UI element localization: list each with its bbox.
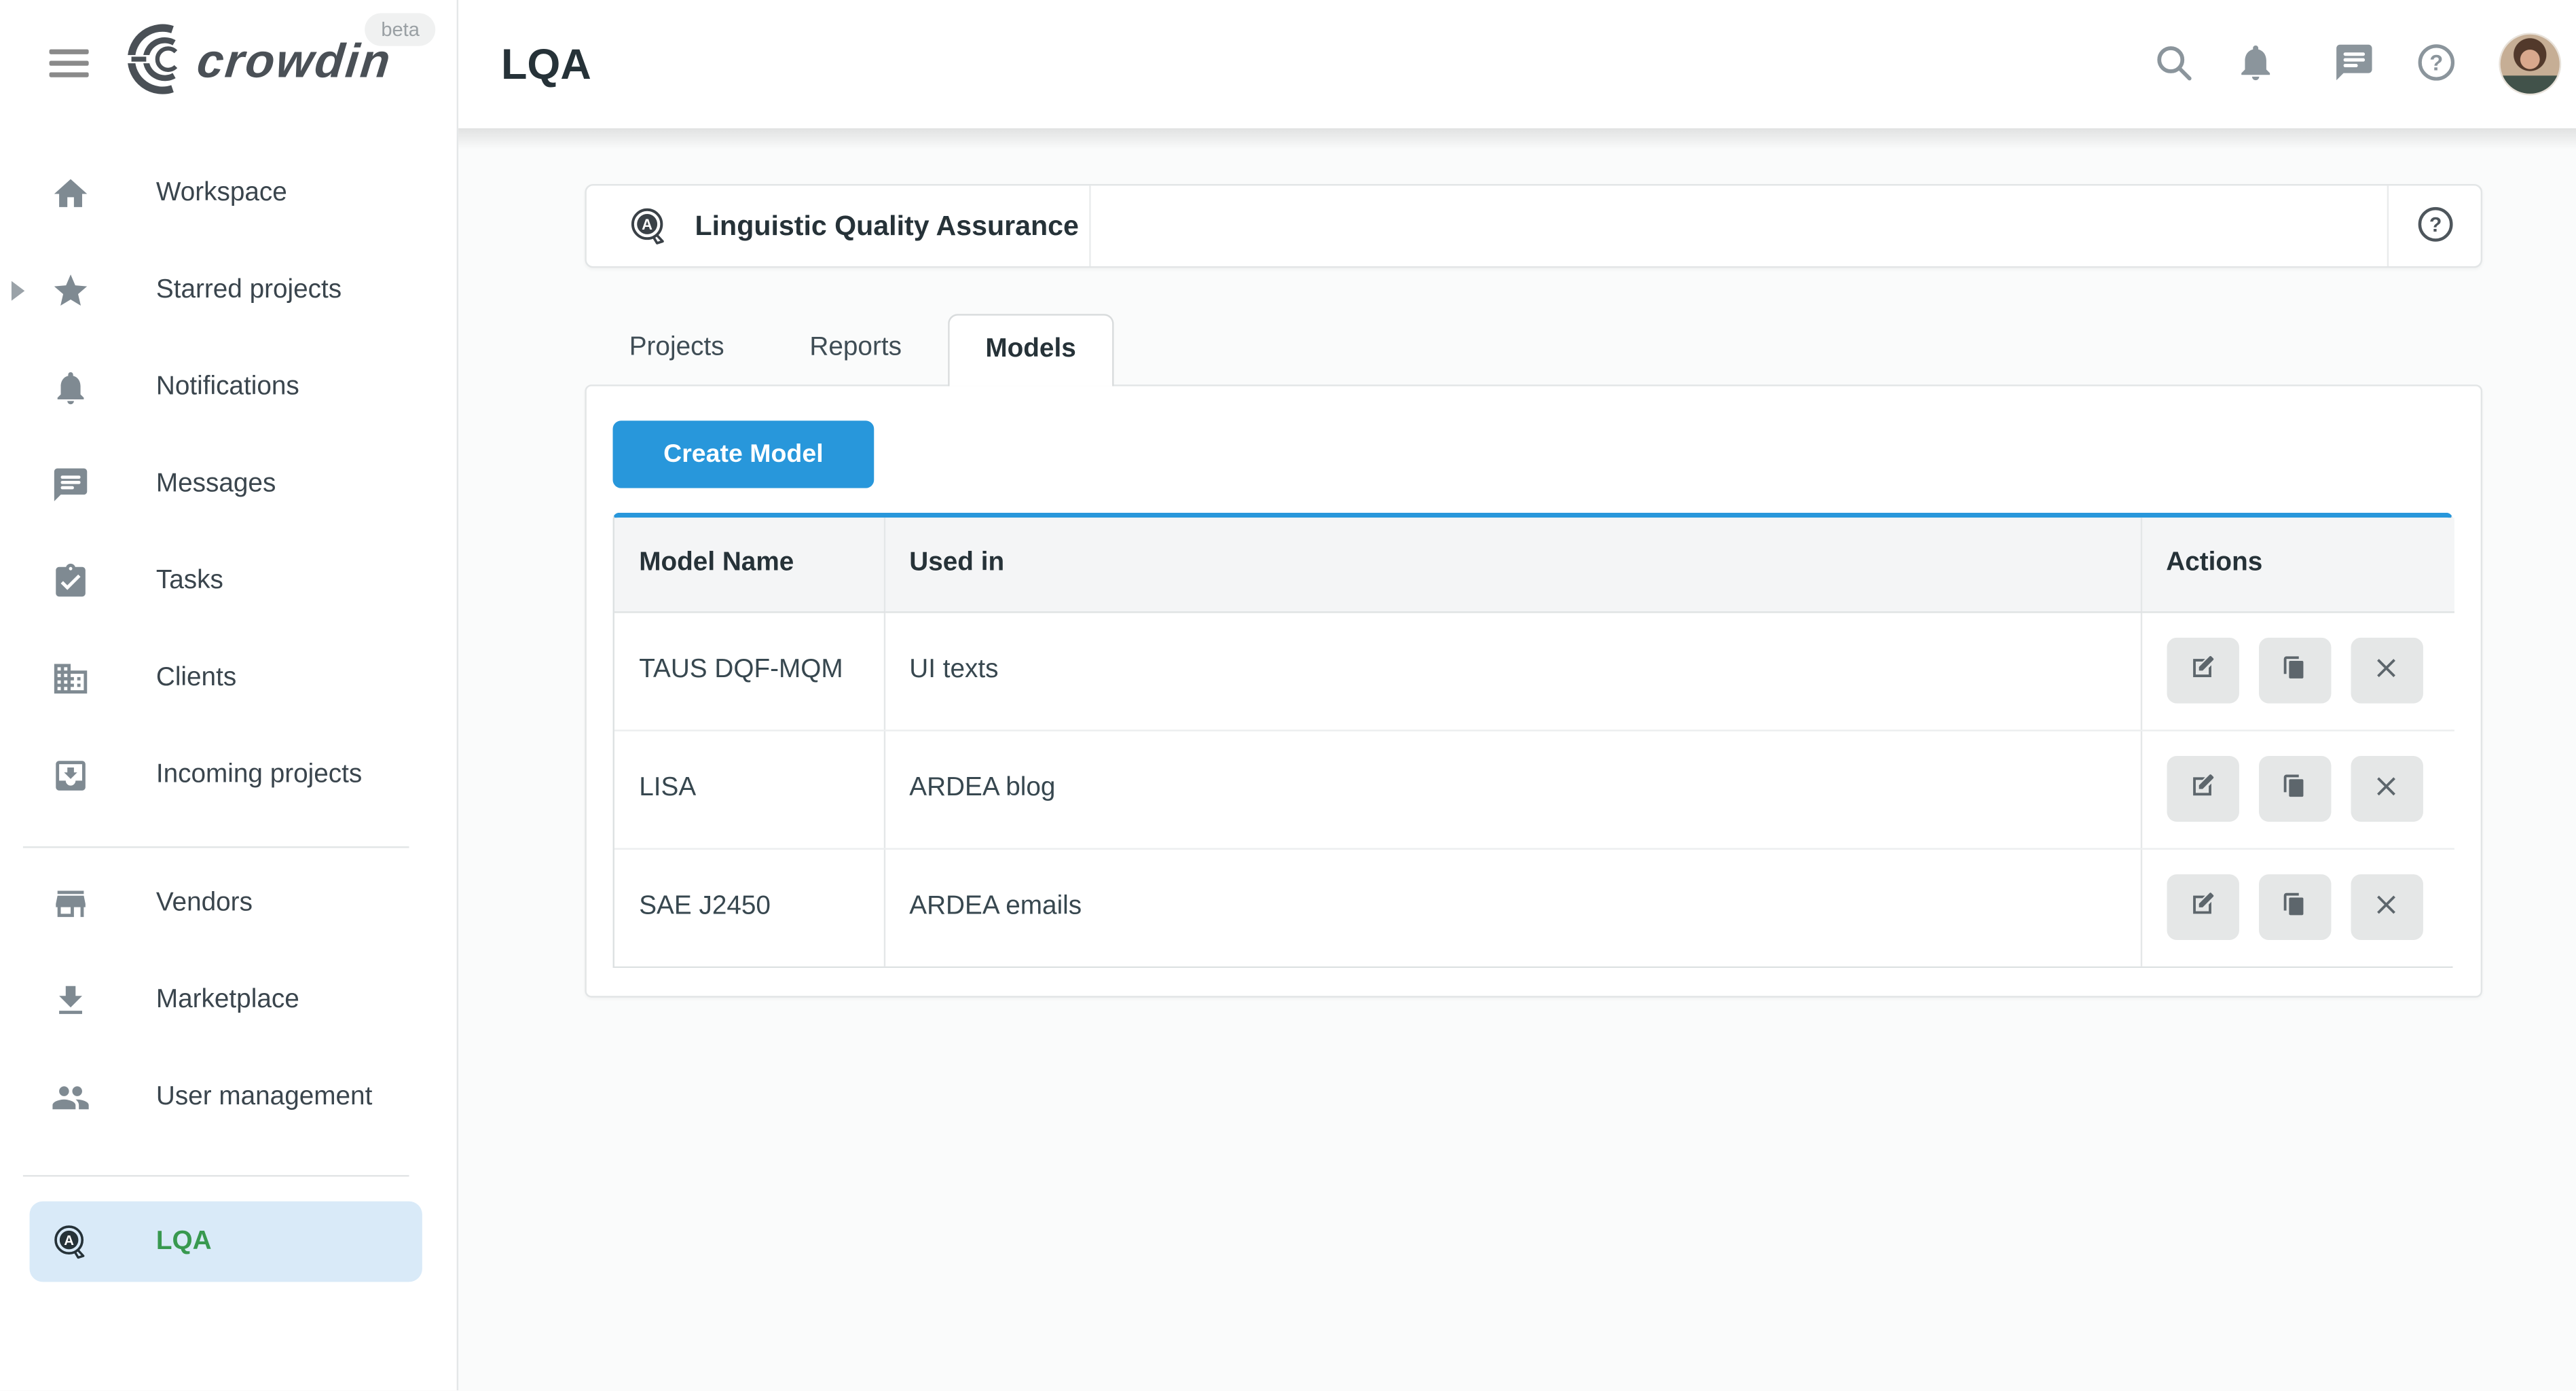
lqa-magnifier-icon: A — [51, 1222, 90, 1261]
used-in-cell: ARDEA blog — [884, 729, 2141, 848]
sidebar-item-workspace[interactable]: Workspace — [0, 154, 457, 233]
sidebar-item-tasks[interactable]: Tasks — [0, 542, 457, 621]
sidebar-item-lqa[interactable]: A LQA — [30, 1202, 422, 1282]
copy-icon — [2279, 653, 2310, 689]
edit-icon — [2187, 771, 2218, 807]
column-header-model-name: Model Name — [614, 518, 884, 611]
help-icon: ? — [2414, 203, 2455, 249]
star-icon — [51, 271, 90, 310]
svg-text:A: A — [642, 215, 652, 232]
edit-icon — [2187, 890, 2218, 926]
close-icon — [2371, 771, 2402, 807]
sidebar-nav: Workspace Starred projects Notifications… — [0, 128, 457, 1282]
search-button[interactable] — [2141, 31, 2207, 97]
page-header-title-cell: A Linguistic Quality Assurance — [587, 185, 1091, 266]
edit-icon — [2187, 653, 2218, 689]
app-root: LQA ? — [0, 0, 2576, 1390]
table-header-row: Model Name Used in Actions — [614, 518, 2454, 611]
used-in-cell: UI texts — [884, 611, 2141, 729]
topbar-actions: ? — [2141, 0, 2561, 128]
home-icon — [51, 174, 90, 213]
sidebar-header: crowdin beta — [0, 0, 457, 128]
chat-icon — [51, 465, 90, 505]
svg-text:A: A — [64, 1233, 74, 1248]
delete-model-button[interactable] — [2350, 756, 2422, 822]
help-icon: ? — [2415, 40, 2458, 88]
column-header-used-in: Used in — [884, 518, 2141, 611]
page-help-button[interactable]: ? — [2387, 185, 2481, 266]
svg-text:?: ? — [2429, 213, 2441, 236]
used-in-cell: ARDEA emails — [884, 848, 2141, 967]
messages-button[interactable] — [2321, 31, 2387, 97]
sidebar-item-messages[interactable]: Messages — [0, 446, 457, 524]
row-actions — [2166, 638, 2454, 704]
close-icon — [2371, 653, 2402, 689]
models-panel: Create Model Model Name Used in Actions … — [585, 384, 2482, 998]
edit-model-button[interactable] — [2166, 875, 2238, 941]
page-header-spacer — [1091, 185, 2387, 266]
row-actions — [2166, 756, 2454, 822]
sidebar-divider — [23, 1175, 409, 1176]
model-name-cell: TAUS DQF-MQM — [614, 611, 884, 729]
sidebar-item-notifications[interactable]: Notifications — [0, 348, 457, 427]
row-actions — [2166, 875, 2454, 941]
table-row: LISA ARDEA blog — [614, 729, 2454, 848]
duplicate-model-button[interactable] — [2258, 875, 2330, 941]
clipboard-check-icon — [51, 562, 90, 602]
bell-icon — [51, 368, 90, 408]
sidebar-item-incoming-projects[interactable]: Incoming projects — [0, 736, 457, 815]
chat-icon — [2333, 40, 2376, 88]
close-icon — [2371, 890, 2402, 926]
sidebar-item-user-management[interactable]: User management — [0, 1058, 457, 1137]
delete-model-button[interactable] — [2350, 638, 2422, 704]
copy-icon — [2279, 771, 2310, 807]
help-button[interactable]: ? — [2404, 31, 2469, 97]
edit-model-button[interactable] — [2166, 638, 2238, 704]
edit-model-button[interactable] — [2166, 756, 2238, 822]
beta-badge: beta — [365, 13, 436, 46]
svg-text:?: ? — [2429, 49, 2443, 74]
sidebar-item-marketplace[interactable]: Marketplace — [0, 961, 457, 1040]
copy-icon — [2279, 890, 2310, 926]
download-icon — [51, 981, 90, 1021]
models-table: Model Name Used in Actions TAUS DQF-MQM … — [613, 513, 2453, 968]
sidebar: crowdin beta Workspace Starred projects … — [0, 0, 458, 1390]
inbox-arrow-icon — [51, 756, 90, 795]
tab-reports[interactable]: Reports — [809, 312, 902, 384]
page-header-card: A Linguistic Quality Assurance ? — [585, 184, 2482, 268]
sidebar-item-vendors[interactable]: Vendors — [0, 865, 457, 943]
tab-bar: Projects Reports Models — [585, 312, 1114, 384]
sidebar-item-clients[interactable]: Clients — [0, 639, 457, 718]
hamburger-menu-icon[interactable] — [50, 50, 89, 77]
model-name-cell: LISA — [614, 729, 884, 848]
bell-icon — [2234, 40, 2277, 88]
duplicate-model-button[interactable] — [2258, 638, 2330, 704]
page-header-title: Linguistic Quality Assurance — [695, 210, 1079, 242]
storefront-icon — [51, 884, 90, 924]
tab-models[interactable]: Models — [948, 314, 1114, 386]
table-row: TAUS DQF-MQM UI texts — [614, 611, 2454, 729]
model-name-cell: SAE J2450 — [614, 848, 884, 967]
user-avatar[interactable] — [2499, 33, 2561, 95]
sidebar-item-starred-projects[interactable]: Starred projects — [0, 251, 457, 330]
expand-chevron-icon[interactable] — [12, 281, 24, 301]
delete-model-button[interactable] — [2350, 875, 2422, 941]
building-icon — [51, 659, 90, 698]
people-icon — [51, 1078, 90, 1117]
crowdin-logo[interactable]: crowdin — [125, 24, 391, 100]
create-model-button[interactable]: Create Model — [613, 420, 875, 488]
sidebar-divider — [23, 846, 409, 848]
duplicate-model-button[interactable] — [2258, 756, 2330, 822]
crowdin-logo-text: crowdin — [194, 35, 394, 90]
table-row: SAE J2450 ARDEA emails — [614, 848, 2454, 967]
notifications-button[interactable] — [2223, 31, 2289, 97]
tab-projects[interactable]: Projects — [629, 312, 724, 384]
page-title: LQA — [501, 0, 591, 128]
main-content: A Linguistic Quality Assurance ? Project… — [458, 128, 2576, 1390]
search-icon — [2152, 40, 2195, 88]
column-header-actions: Actions — [2141, 518, 2454, 611]
crowdin-logo-mark-icon — [125, 22, 197, 103]
lqa-magnifier-icon: A — [627, 204, 670, 247]
